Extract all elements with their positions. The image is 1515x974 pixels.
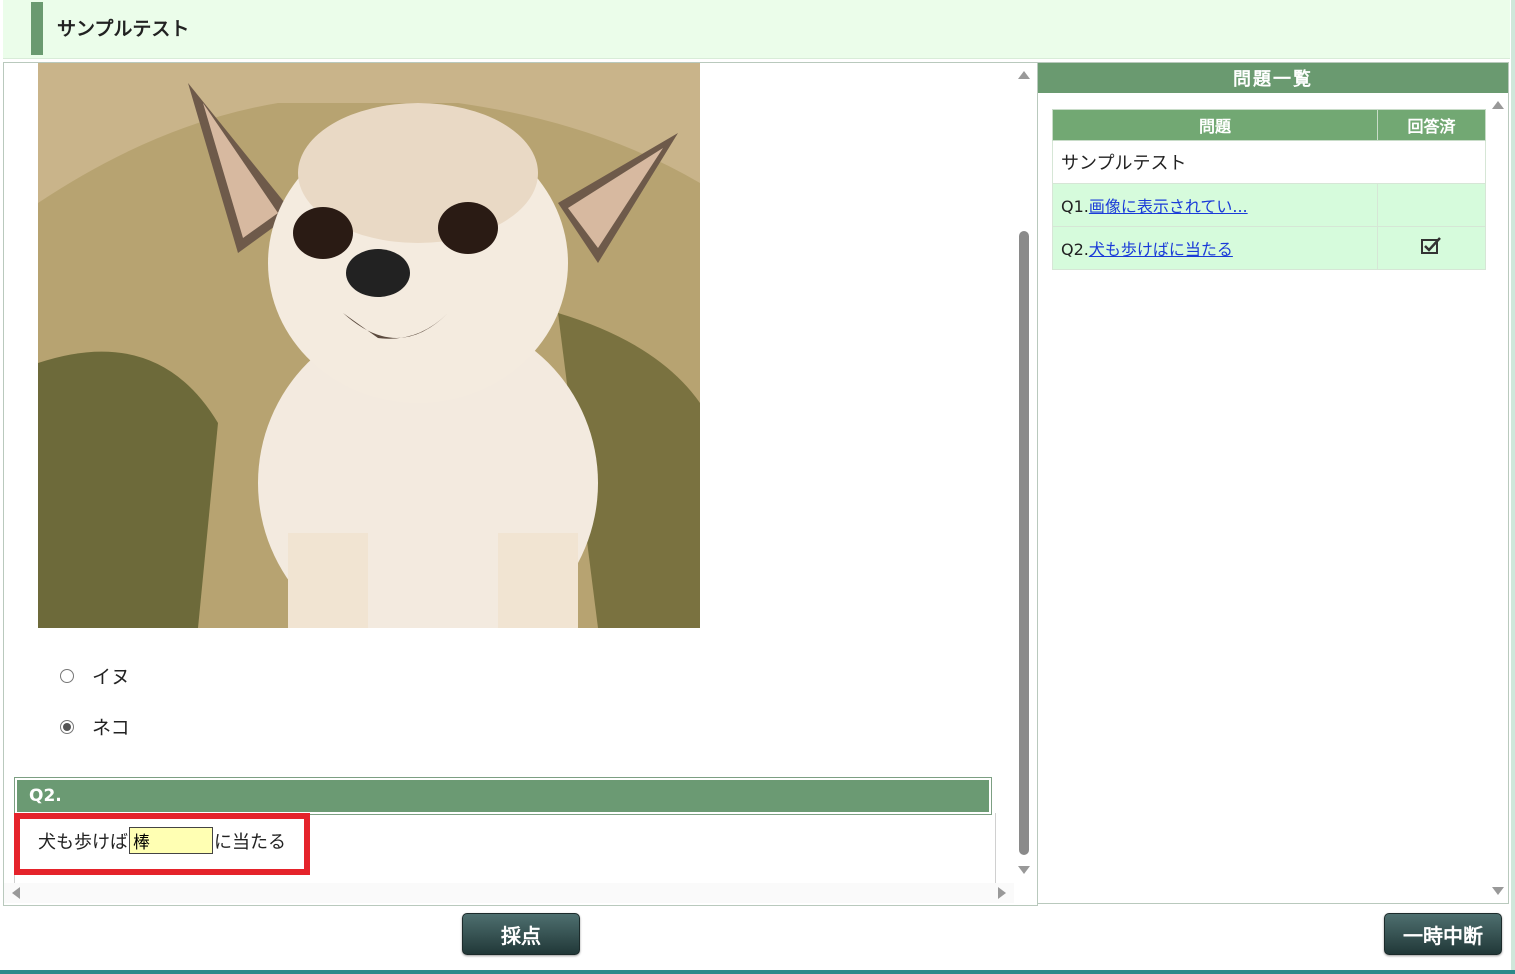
pause-button[interactable]: 一時中断 <box>1384 913 1502 955</box>
scroll-up-icon[interactable] <box>1492 101 1504 109</box>
window-edge <box>1511 0 1515 974</box>
question-pane: イヌ ネコ Q2. 犬も歩けば に当たる <box>3 62 1038 906</box>
fill-in-sentence: 犬も歩けば に当たる <box>38 827 286 854</box>
scroll-left-icon[interactable] <box>12 887 20 899</box>
question-list-panel: 問題一覧 問題 回答済 サンプルテスト Q1.画像に表示されてい... Q2.犬… <box>1037 62 1509 904</box>
bottom-border <box>0 970 1515 974</box>
scroll-down-icon[interactable] <box>1018 866 1030 874</box>
scroll-thumb[interactable] <box>1019 231 1029 855</box>
main-horizontal-scrollbar[interactable] <box>4 883 1014 903</box>
choice-label: ネコ <box>92 717 130 739</box>
page-title: サンプルテスト <box>57 18 190 40</box>
choice-label: イヌ <box>92 666 131 688</box>
table-row: Q2.犬も歩けばに当たる <box>1052 226 1487 270</box>
main-vertical-scrollbar[interactable] <box>1015 63 1033 888</box>
question-link-q2[interactable]: 犬も歩けばに当たる <box>1089 240 1233 259</box>
question-header-q2: Q2. <box>14 777 992 815</box>
checked-box-icon <box>1421 237 1442 254</box>
dog-photo-illustration <box>38 63 700 628</box>
column-header-answered: 回答済 <box>1376 109 1487 141</box>
choice-inu[interactable]: イヌ <box>60 662 130 689</box>
scroll-down-icon[interactable] <box>1492 887 1504 895</box>
answered-cell <box>1376 226 1487 270</box>
question-list-table: 問題 回答済 サンプルテスト Q1.画像に表示されてい... Q2.犬も歩けばに… <box>1052 109 1487 270</box>
question-cell: Q1.画像に表示されてい... <box>1052 183 1378 227</box>
radio-neko[interactable] <box>60 719 74 734</box>
question-list-title: 問題一覧 <box>1038 63 1508 93</box>
scroll-right-icon[interactable] <box>998 887 1006 899</box>
grade-button[interactable]: 採点 <box>462 913 580 955</box>
radio-inu[interactable] <box>60 668 74 683</box>
question-image <box>38 63 700 628</box>
question-number-label: Q1. <box>1061 197 1089 216</box>
choice-neko[interactable]: ネコ <box>60 713 130 740</box>
table-row: Q1.画像に表示されてい... <box>1052 183 1487 227</box>
question-cell: Q2.犬も歩けばに当たる <box>1052 226 1378 270</box>
question-number-label: Q2. <box>1061 240 1089 259</box>
answered-cell <box>1376 183 1487 227</box>
page-header: サンプルテスト <box>3 0 1510 59</box>
question-number: Q2. <box>17 780 989 812</box>
side-vertical-scrollbar[interactable] <box>1488 97 1508 903</box>
answer-input[interactable] <box>129 827 213 854</box>
sentence-prefix: 犬も歩けば <box>38 831 128 853</box>
sentence-suffix: に当たる <box>214 831 286 853</box>
test-group-label: サンプルテスト <box>1052 140 1486 184</box>
scroll-up-icon[interactable] <box>1018 71 1030 79</box>
question-link-q1[interactable]: 画像に表示されてい... <box>1089 197 1248 216</box>
column-header-question: 問題 <box>1052 109 1378 141</box>
header-accent-bar <box>31 2 43 55</box>
